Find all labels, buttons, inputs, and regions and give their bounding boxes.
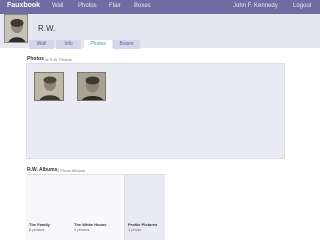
photos-subtitle: of R.W. Photos	[45, 57, 72, 62]
brand-logo[interactable]: Fauxbook	[7, 2, 40, 9]
photo-thumbnail[interactable]	[77, 72, 106, 101]
photo-image	[35, 73, 63, 100]
nav-link-user[interactable]: John F. Kennedy	[233, 3, 278, 9]
album-card-the-white-house[interactable]: The White House 4 photos	[71, 175, 124, 240]
photo-thumbnail[interactable]	[34, 72, 64, 101]
albums-grid: The Family 6 photos The White House 4 ph…	[26, 174, 165, 240]
album-photo-count: 6 photos	[29, 227, 45, 232]
avatar[interactable]	[4, 14, 28, 43]
tab-wall[interactable]: Wall	[29, 40, 54, 49]
tab-boxes[interactable]: Boxes	[113, 40, 140, 49]
tab-info[interactable]: Info	[56, 40, 81, 49]
nav-link-photos[interactable]: Photos	[78, 3, 97, 9]
portrait-image	[5, 15, 27, 42]
photos-panel	[26, 63, 285, 159]
albums-heading: R.W. Albums	[27, 167, 58, 173]
nav-link-boxes[interactable]: Boxes	[134, 3, 151, 9]
album-photo-count: 4 photos	[74, 227, 90, 232]
photos-heading: Photos	[27, 56, 44, 62]
album-card-the-family[interactable]: The Family 6 photos	[26, 175, 70, 240]
photo-image	[78, 73, 105, 100]
nav-link-flair[interactable]: Flair	[109, 3, 121, 9]
tab-photos[interactable]: Photos	[84, 40, 112, 49]
album-photo-count: 1 photo	[128, 227, 142, 232]
top-nav-bar: Fauxbook Wall Photos Flair Boxes John F.…	[0, 0, 320, 14]
profile-name: R.W.	[38, 24, 56, 33]
album-card-profile-pictures[interactable]: Profile Pictures 1 photo	[124, 175, 165, 240]
albums-subtitle: 2 Photo Albums	[57, 168, 86, 173]
nav-link-wall[interactable]: Wall	[52, 3, 63, 9]
logout-link[interactable]: Logout	[293, 3, 311, 9]
